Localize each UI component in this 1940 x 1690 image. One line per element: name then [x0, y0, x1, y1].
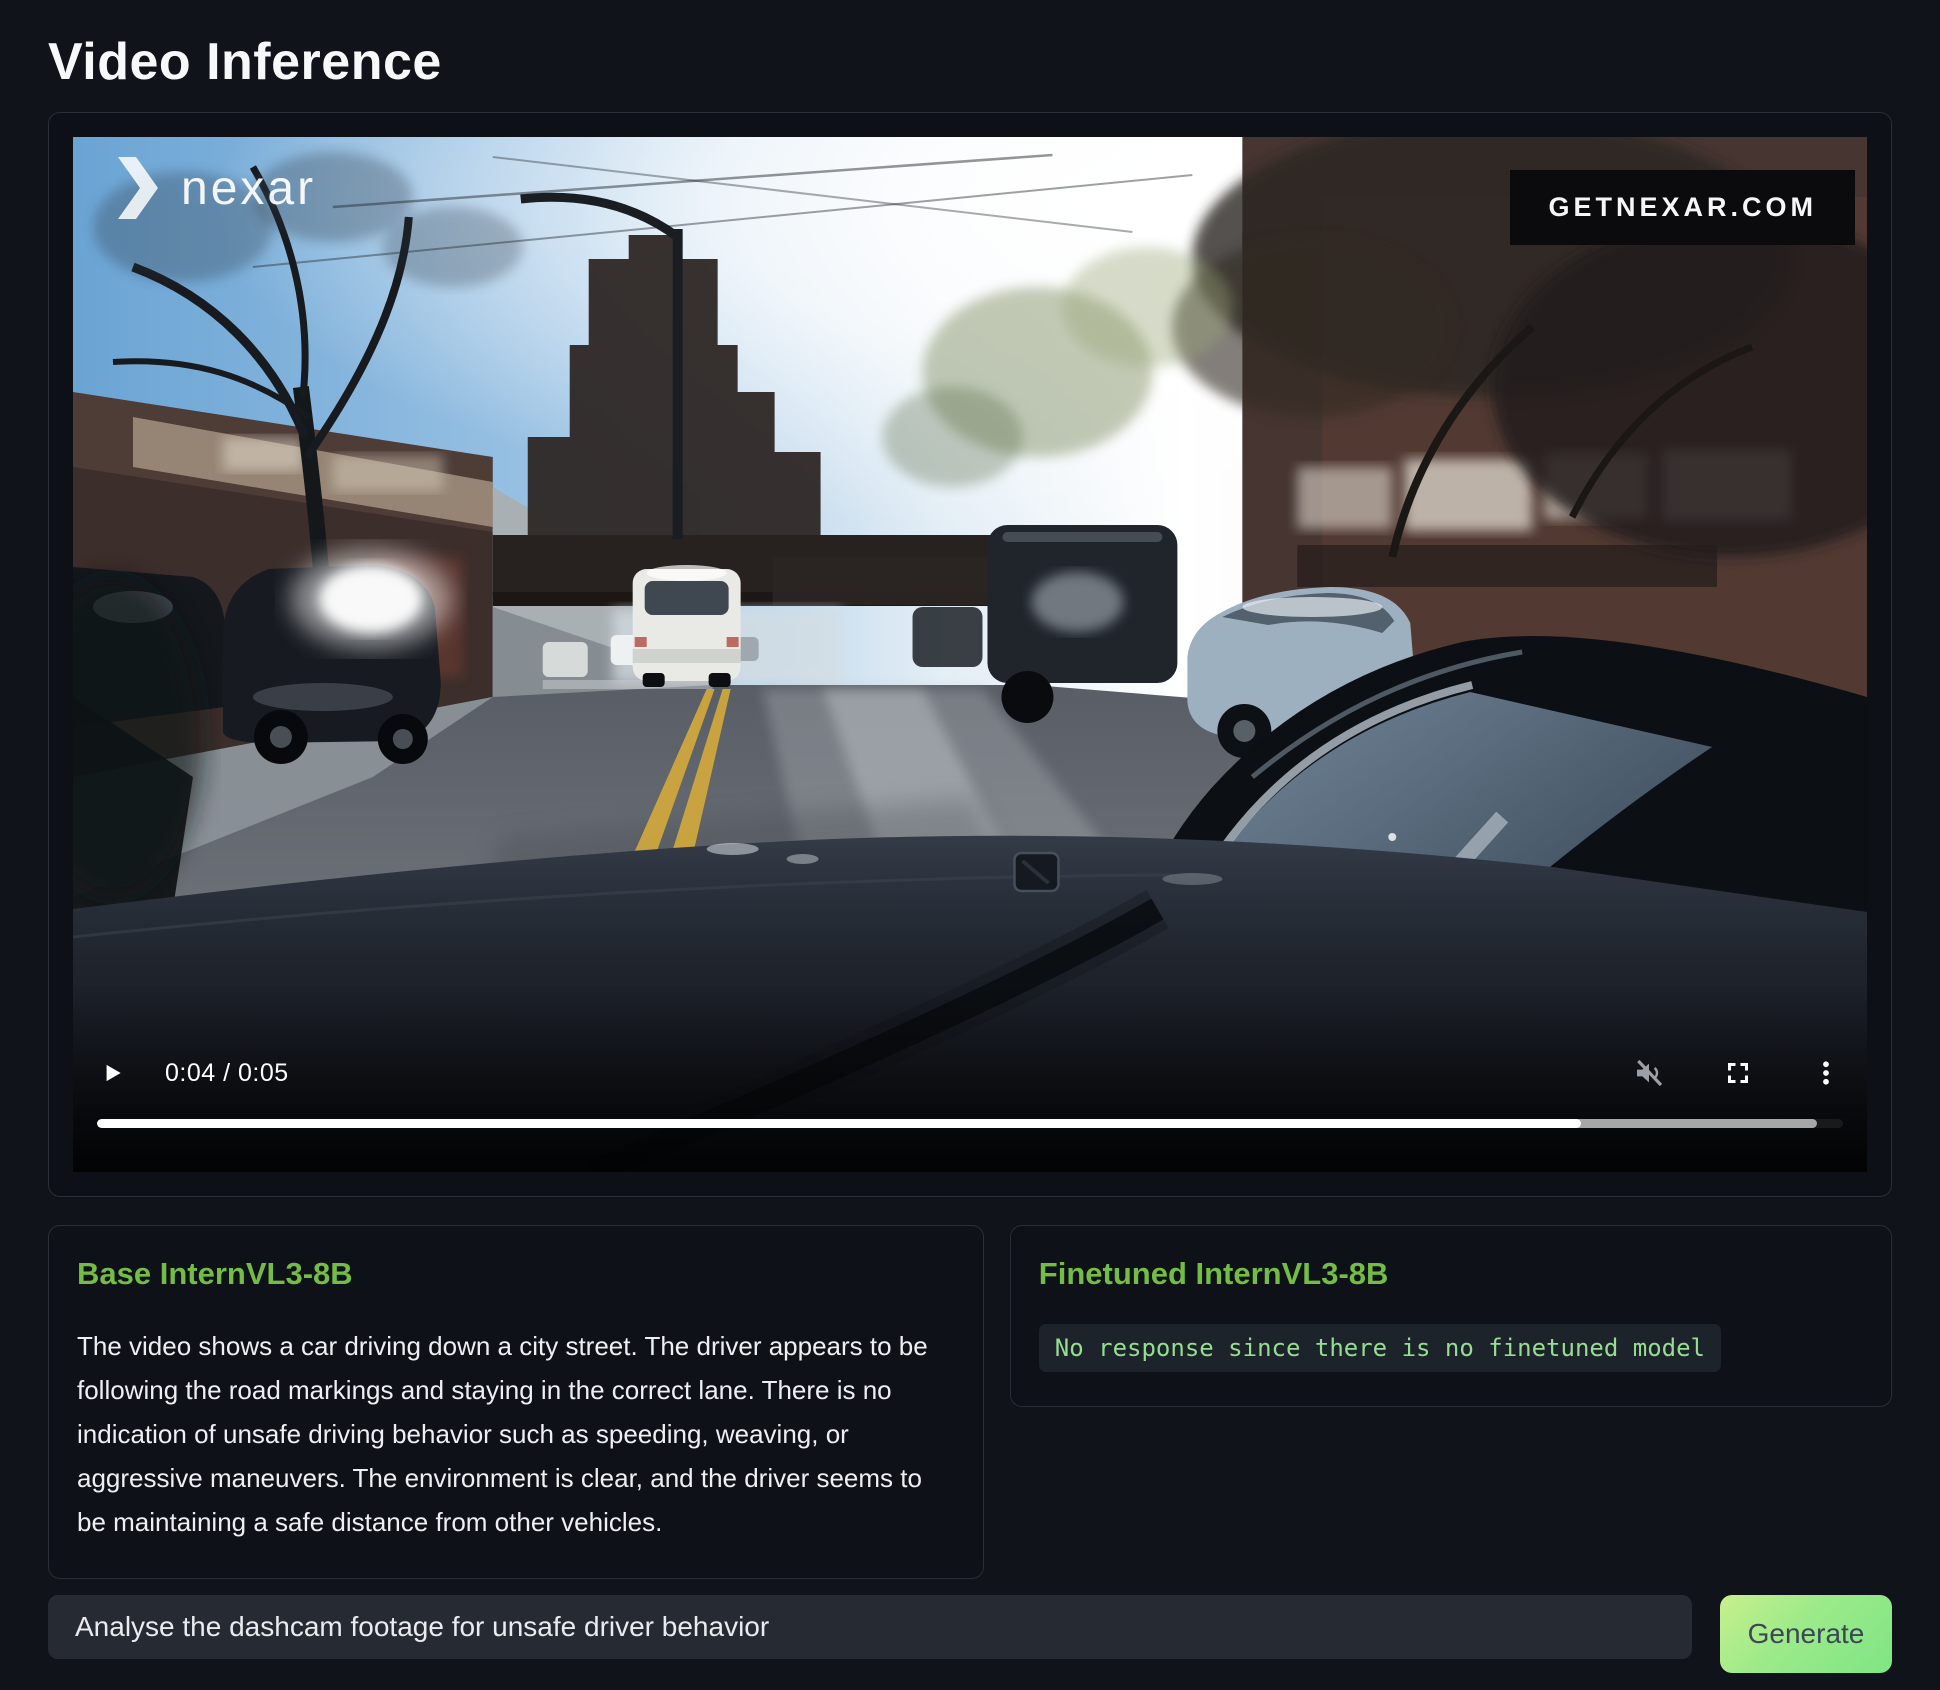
play-icon[interactable] [99, 1059, 125, 1087]
model-output-panels: Base InternVL3-8B The video shows a car … [48, 1225, 1892, 1579]
video-card: nexar GETNEXAR.COM 0:04 / 0:05 [48, 112, 1892, 1197]
getnexar-badge: GETNEXAR.COM [1510, 170, 1855, 245]
video-inference-page: Video Inference [0, 0, 1940, 1673]
finetuned-model-panel: Finetuned InternVL3-8B No response since… [1010, 1225, 1892, 1407]
video-progress-bar[interactable] [97, 1119, 1843, 1128]
video-controls: 0:04 / 0:05 [99, 1056, 1841, 1090]
base-model-response: The video shows a car driving down a cit… [77, 1324, 955, 1544]
finetuned-model-title: Finetuned InternVL3-8B [1039, 1256, 1863, 1292]
finetuned-model-response: No response since there is no finetuned … [1039, 1324, 1721, 1372]
generate-button[interactable]: Generate [1720, 1595, 1892, 1673]
page-title: Video Inference [48, 32, 1892, 92]
fullscreen-icon[interactable] [1723, 1058, 1753, 1088]
base-model-title: Base InternVL3-8B [77, 1256, 955, 1292]
progress-played [97, 1119, 1581, 1128]
kebab-menu-icon[interactable] [1811, 1058, 1841, 1088]
nexar-watermark: nexar [115, 157, 316, 219]
time-display: 0:04 / 0:05 [165, 1059, 289, 1088]
nexar-chevron-icon [115, 157, 161, 219]
base-model-panel: Base InternVL3-8B The video shows a car … [48, 1225, 984, 1579]
nexar-wordmark: nexar [181, 161, 316, 216]
muted-volume-icon[interactable] [1633, 1057, 1665, 1089]
dashcam-video-frame[interactable]: nexar GETNEXAR.COM 0:04 / 0:05 [73, 137, 1867, 1172]
prompt-row: Generate [48, 1595, 1892, 1673]
prompt-input[interactable] [48, 1595, 1692, 1659]
